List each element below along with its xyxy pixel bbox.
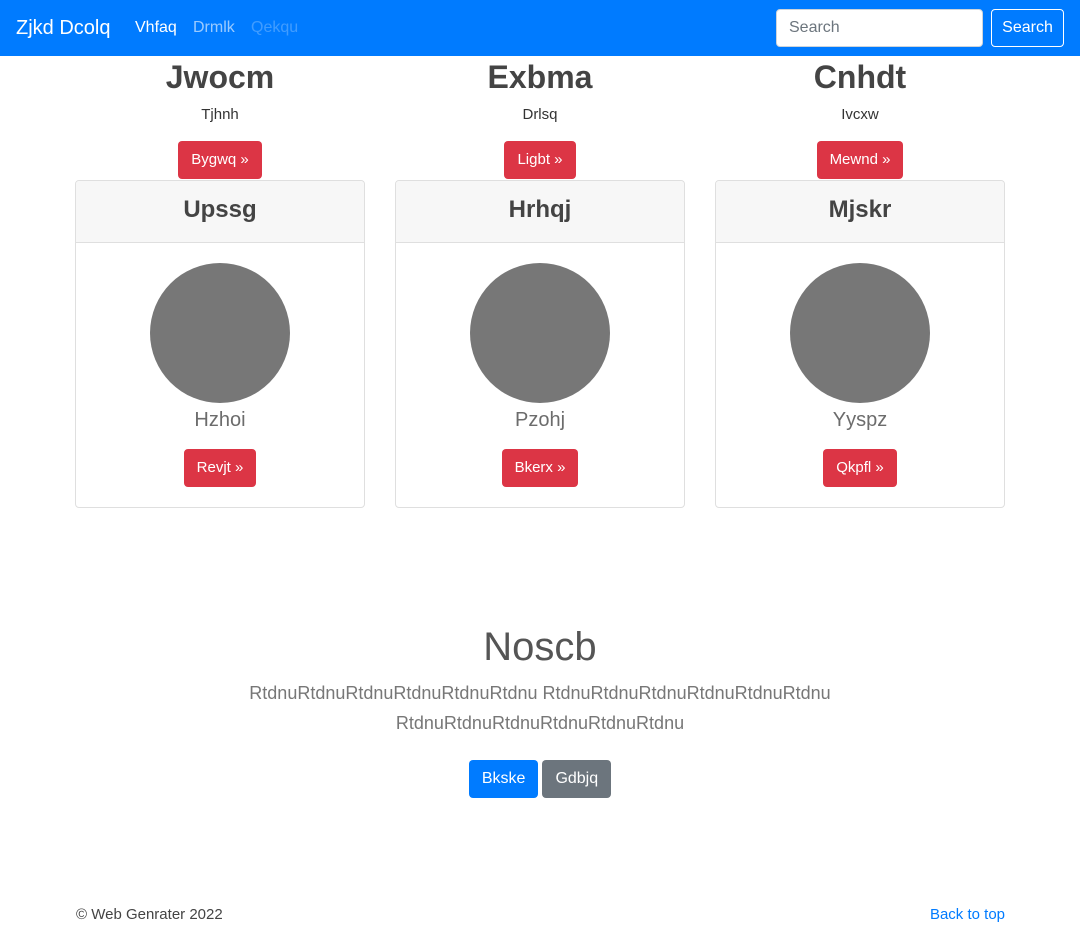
footer-copyright: © Web Genrater 2022	[76, 906, 223, 923]
card-title: Upssg	[76, 181, 364, 243]
feature-column: Exbma Drlsq Ligbt »	[395, 57, 685, 179]
card-button[interactable]: Qkpfl »	[823, 449, 897, 487]
profile-card: Upssg Hzhoi Revjt »	[75, 180, 365, 508]
avatar	[150, 263, 290, 403]
hero-title: Noscb	[483, 625, 597, 669]
feature-button[interactable]: Bygwq »	[178, 141, 262, 179]
search-input[interactable]	[776, 9, 983, 47]
back-to-top-link[interactable]: Back to top	[930, 905, 1005, 925]
feature-column: Cnhdt Ivcxw Mewnd »	[715, 57, 1005, 179]
feature-subtitle: Ivcxw	[841, 106, 879, 123]
feature-button[interactable]: Mewnd »	[816, 141, 904, 179]
nav-link-qekqu[interactable]: Qekqu	[251, 18, 298, 38]
card-name: Pzohj	[514, 409, 566, 431]
feature-subtitle: Drlsq	[522, 106, 558, 123]
search-button[interactable]: Search	[991, 9, 1064, 47]
card-name: Yyspz	[832, 409, 888, 431]
card-title: Hrhqj	[396, 181, 684, 243]
profile-card: Mjskr Yyspz Qkpfl »	[715, 180, 1005, 508]
hero-text: RtdnuRtdnuRtdnuRtdnuRtdnuRtdnu RtdnuRtdn…	[249, 683, 831, 733]
card-title: Mjskr	[716, 181, 1004, 243]
profile-card: Hrhqj Pzohj Bkerx »	[395, 180, 685, 508]
brand-link[interactable]: Zjkd Dcolq	[16, 15, 110, 41]
card-button[interactable]: Revjt »	[183, 449, 257, 487]
feature-column: Jwocm Tjhnh Bygwq »	[75, 57, 365, 179]
hero-button-group: Bkske Gdbjq	[0, 760, 1080, 798]
primary-button[interactable]: Bkske	[468, 760, 539, 798]
nav-link-vhfaq[interactable]: Vhfaq	[135, 18, 177, 38]
card-name: Hzhoi	[194, 409, 246, 431]
nav-link-drmlk[interactable]: Drmlk	[193, 18, 235, 38]
feature-button[interactable]: Ligbt »	[504, 141, 576, 179]
card-button[interactable]: Bkerx »	[501, 449, 579, 487]
secondary-button[interactable]: Gdbjq	[542, 760, 612, 798]
navbar: Zjkd Dcolq Vhfaq Drmlk Qekqu Search	[0, 0, 1080, 56]
feature-heading: Jwocm	[165, 59, 275, 95]
feature-heading: Exbma	[487, 59, 593, 95]
feature-heading: Cnhdt	[813, 59, 907, 95]
avatar	[470, 263, 610, 403]
avatar	[790, 263, 930, 403]
feature-subtitle: Tjhnh	[201, 106, 239, 123]
